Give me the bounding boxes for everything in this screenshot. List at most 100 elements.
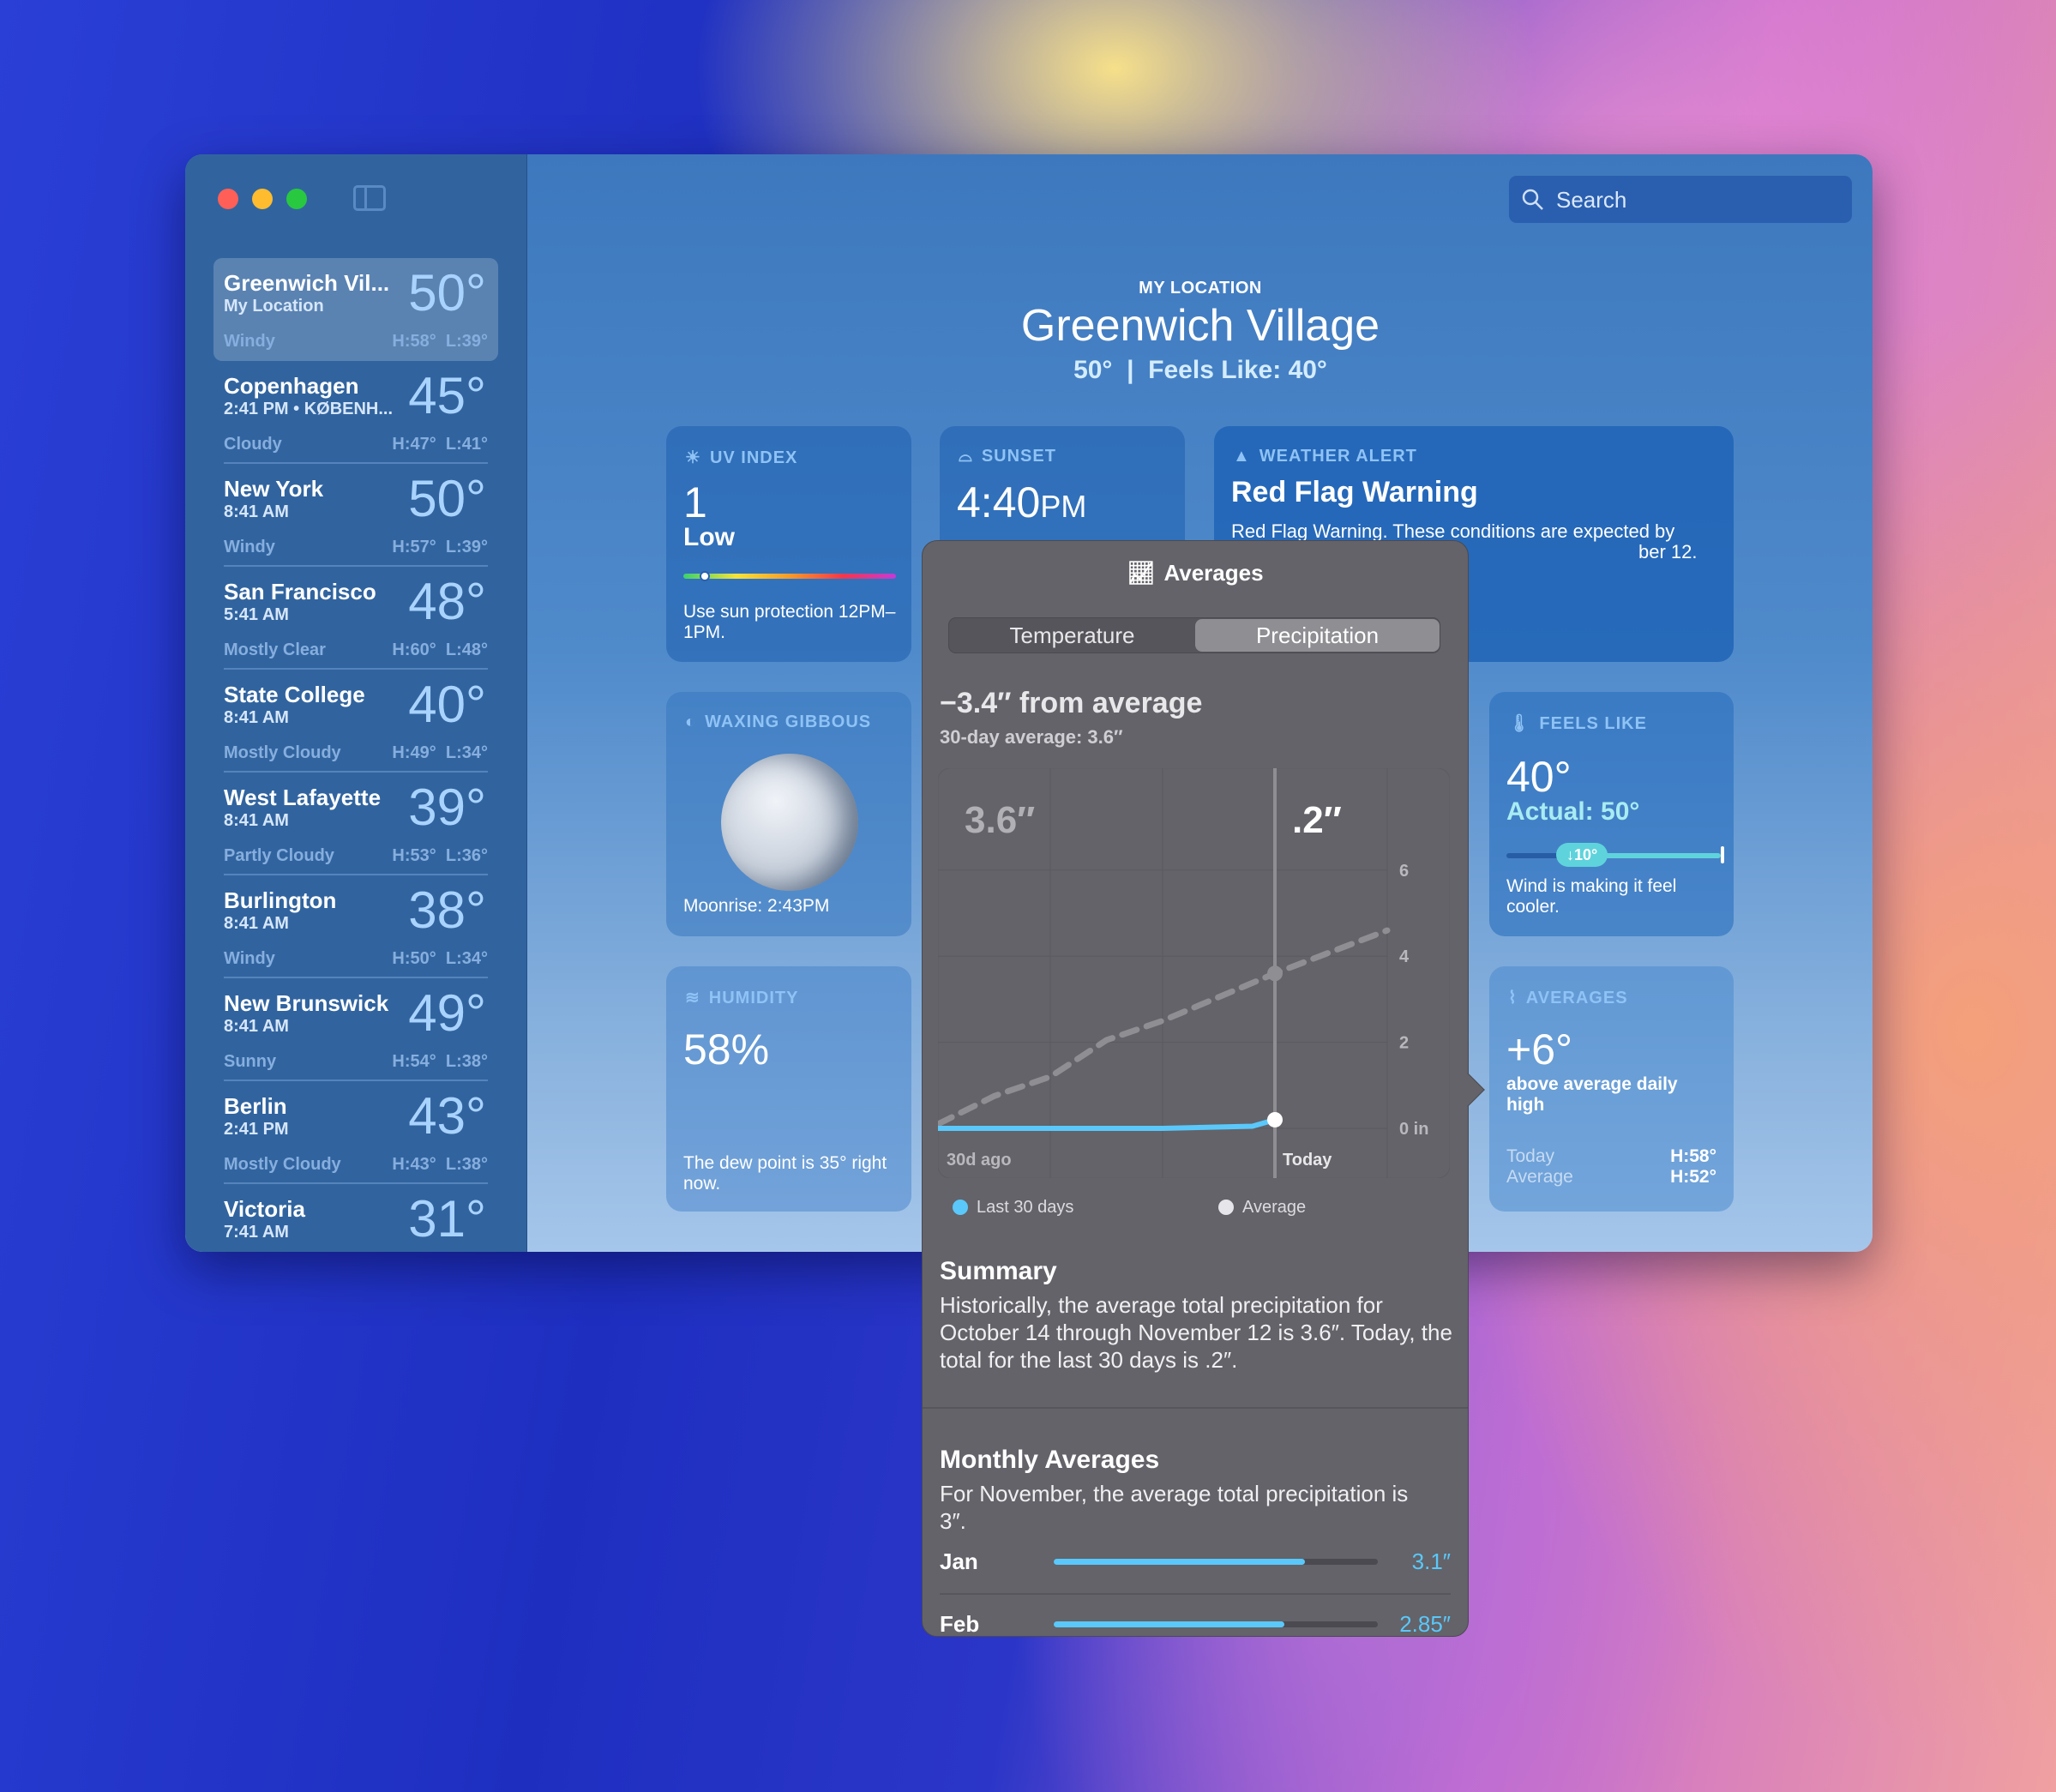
averages-label: AVERAGES: [1525, 989, 1628, 1007]
sidebar-location-item[interactable]: Greenwich Vil... My Location 50° Windy H:58°…: [213, 258, 498, 361]
location-hilo: H:60° L:48°: [392, 640, 488, 659]
feels-like-delta: ↓10°: [1556, 843, 1608, 867]
today-high: H:58°: [1670, 1146, 1716, 1166]
moon-card[interactable]: ◐ WAXING GIBBOUS Moonrise: 2:43PM: [666, 692, 911, 936]
tab-precipitation[interactable]: Precipitation: [1195, 619, 1440, 652]
moonrise-time: Moonrise: 2:43PM: [683, 896, 830, 916]
location-name: San Francisco: [224, 579, 376, 604]
chart-icon: 📈︎: [1127, 560, 1156, 586]
sidebar-location-item[interactable]: New Brunswick 8:41 AM 49° Sunny H:54° L:38°: [213, 978, 498, 1081]
location-condition: Sunny: [224, 1052, 277, 1071]
average-today-point: [1267, 965, 1283, 982]
location-temp: 31°: [408, 1190, 486, 1248]
chart-icon: ⌇: [1508, 989, 1518, 1007]
location-condition: Mostly Cloudy: [224, 1155, 341, 1174]
search-icon: [1522, 189, 1543, 210]
feels-like-scale: ↓10°: [1506, 843, 1724, 867]
location-hilo: H:47° L:41°: [392, 435, 488, 454]
location-condition: Cloudy: [224, 435, 282, 454]
thermometer-icon: 🌡︎: [1508, 714, 1531, 733]
sidebar-location-item[interactable]: Copenhagen 2:41 PM • KØBENH... 45° Cloudy H:…: [213, 361, 498, 464]
uv-level: Low: [683, 523, 735, 551]
location-hilo: H:58° L:39°: [392, 332, 488, 351]
location-name: West Lafayette: [224, 785, 382, 810]
sidebar-location-item[interactable]: Victoria 7:41 AM 31°: [213, 1184, 498, 1252]
sidebar-location-item[interactable]: West Lafayette 8:41 AM 39° Partly Cloudy H:5…: [213, 773, 498, 875]
location-hilo: H:49° L:34°: [392, 743, 488, 762]
divider: [923, 1407, 1468, 1409]
minimize-button[interactable]: [252, 189, 273, 209]
sidebar-toggle-icon[interactable]: [353, 185, 386, 211]
month-value: 2.85″: [1399, 1611, 1451, 1636]
y-tick-label: 6: [1399, 862, 1409, 881]
actual-temp: Actual: 50°: [1506, 797, 1640, 826]
uv-index-card[interactable]: ☀ UV INDEX 1 Low Use sun protection 12PM–…: [666, 426, 911, 662]
location-name: State College: [224, 682, 365, 707]
humidity-value: 58%: [683, 1025, 770, 1073]
moon-image: [721, 754, 858, 891]
summary-title: Summary: [940, 1257, 1057, 1285]
today-label: Today: [1506, 1146, 1555, 1166]
month-bar-fill: [1054, 1559, 1305, 1565]
location-subtitle: 5:41 AM: [224, 605, 289, 624]
location-condition: Mostly Clear: [224, 640, 326, 659]
sidebar-location-item[interactable]: Burlington 8:41 AM 38° Windy H:50° L:34°: [213, 875, 498, 978]
location-temp: 39°: [408, 779, 486, 836]
averages-card[interactable]: ⌇ AVERAGES +6° above average daily high T…: [1489, 966, 1734, 1212]
alert-text-continued: ber 12.: [1638, 541, 1698, 562]
sunset-label: SUNSET: [981, 447, 1056, 466]
uv-label: ☀ UV INDEX: [685, 448, 798, 467]
average-value-label: 3.6″: [965, 799, 1035, 841]
average-high: H:52°: [1670, 1167, 1716, 1187]
zoom-button[interactable]: [286, 189, 307, 209]
location-name: Victoria: [224, 1196, 305, 1222]
sidebar-location-item[interactable]: New York 8:41 AM 50° Windy H:57° L:39°: [213, 464, 498, 567]
search-field[interactable]: Search: [1509, 176, 1852, 223]
sun-icon: ☀: [685, 448, 701, 467]
current-summary: 50° | Feels Like: 40°: [1073, 356, 1327, 384]
close-button[interactable]: [218, 189, 238, 209]
feels-like-card[interactable]: 🌡︎ FEELS LIKE 40° Actual: 50° ↓10° Wind i…: [1489, 692, 1734, 936]
legend-swatch-gray: [1218, 1200, 1234, 1215]
precipitation-chart: 3.6″ .2″ 30d ago Today 0 in 2 4 6: [938, 768, 1450, 1178]
averages-value: +6°: [1506, 1025, 1573, 1073]
last-30-days-today-point: [1267, 1111, 1283, 1128]
humidity-card[interactable]: ≋ HUMIDITY 58% The dew point is 35° right…: [666, 966, 911, 1212]
monthly-text: For November, the average total precipit…: [940, 1481, 1409, 1534]
location-name: Burlington: [224, 887, 337, 913]
location-kicker: MY LOCATION: [1139, 279, 1262, 298]
moon-phase-icon: ◐: [685, 713, 697, 731]
last-30-days-value-label: .2″: [1292, 799, 1342, 841]
warning-icon: ▲: [1233, 447, 1251, 466]
location-temp: 49°: [408, 984, 486, 1042]
sidebar-location-item[interactable]: Berlin 2:41 PM 43° Mostly Cloudy H:43° L:38°: [213, 1081, 498, 1184]
location-name: New Brunswick: [224, 990, 389, 1016]
location-condition: Windy: [224, 949, 275, 968]
location-condition: Partly Cloudy: [224, 846, 334, 865]
location-condition: Windy: [224, 332, 275, 351]
averages-popover: 📈︎ Averages Temperature Precipitation −3.…: [922, 540, 1485, 1637]
legend-swatch-blue: [953, 1200, 968, 1215]
tab-temperature[interactable]: Temperature: [949, 618, 1195, 652]
location-temp: 45°: [408, 367, 486, 424]
location-temp: 43°: [408, 1087, 486, 1145]
city-title: Greenwich Village: [1020, 301, 1380, 351]
x-label-start: 30d ago: [947, 1151, 1012, 1170]
location-subtitle: 8:41 AM: [224, 1017, 289, 1036]
alert-title: Red Flag Warning: [1231, 476, 1478, 508]
sidebar-location-item[interactable]: San Francisco 5:41 AM 48° Mostly Clear H:60°…: [213, 567, 498, 670]
sunset-time: 4:40PM: [957, 478, 1087, 526]
location-hilo: H:50° L:34°: [392, 949, 488, 968]
y-tick-label: 4: [1399, 947, 1410, 966]
moon-label: WAXING GIBBOUS: [705, 713, 872, 731]
monthly-title: Monthly Averages: [940, 1446, 1160, 1474]
humidity-label: HUMIDITY: [708, 989, 799, 1007]
location-subtitle: 2:41 PM • KØBENH...: [224, 400, 394, 418]
feels-like-note: Wind is making it feel cooler.: [1506, 876, 1677, 917]
sidebar-location-item[interactable]: State College 8:41 AM 40° Mostly Cloudy H:49…: [213, 670, 498, 773]
averages-note: above average daily high: [1506, 1074, 1678, 1115]
feels-like-value: 40°: [1506, 753, 1572, 801]
location-subtitle: 8:41 AM: [224, 811, 289, 830]
location-name: Copenhagen: [224, 373, 359, 399]
location-condition: Windy: [224, 538, 275, 556]
